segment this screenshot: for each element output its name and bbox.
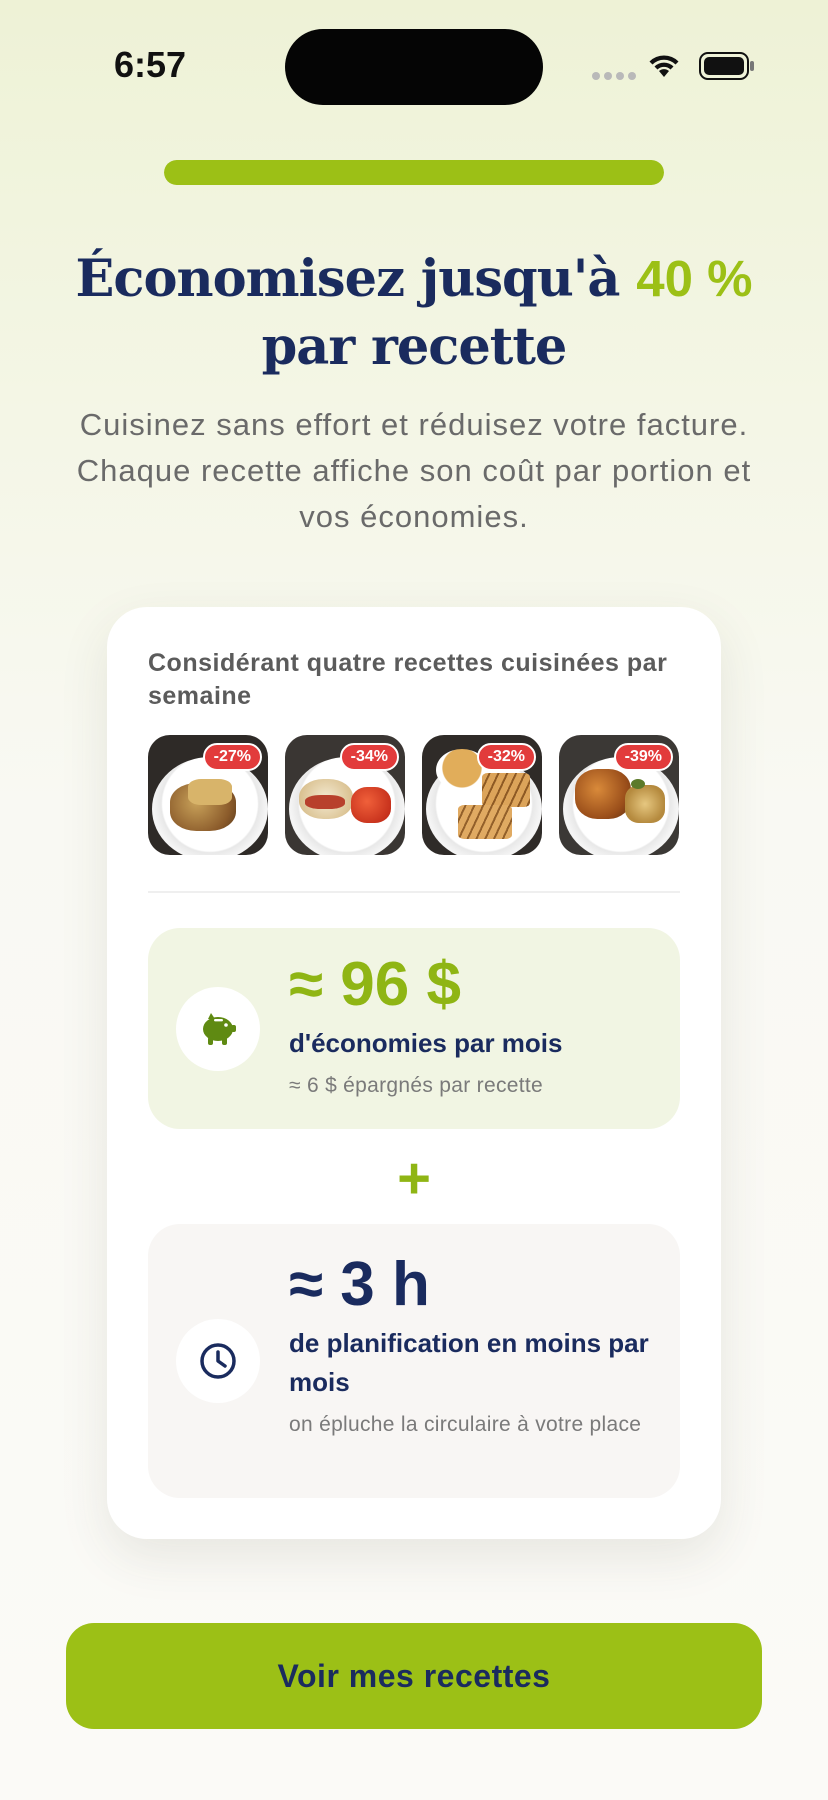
- recipe-thumbnail: -32%: [422, 735, 542, 855]
- time-savings-box: ≈ 3 h de planification en moins par mois…: [148, 1224, 680, 1498]
- monthly-savings-box: ≈ 96 $ d'économies par mois ≈ 6 $ épargn…: [148, 928, 680, 1129]
- savings-label: d'économies par mois: [289, 1028, 563, 1058]
- clock-icon: [176, 1319, 260, 1403]
- recipe-thumbnails: -27% -34% -32% -39%: [148, 735, 680, 855]
- title-text-before: Économisez jusqu'à: [75, 249, 637, 309]
- page-title: Économisez jusqu'à 40 % par recette: [60, 245, 768, 381]
- battery-icon: [699, 52, 754, 80]
- recipe-thumbnail: -27%: [148, 735, 268, 855]
- card-caption: Considérant quatre recettes cuisinées pa…: [148, 649, 668, 710]
- dynamic-island: [285, 29, 543, 105]
- title-text-after: par recette: [261, 317, 568, 377]
- recipe-thumbnail: -34%: [285, 735, 405, 855]
- page-subtitle: Cuisinez sans effort et réduisez votre f…: [76, 407, 752, 534]
- see-my-recipes-button[interactable]: Voir mes recettes: [66, 1623, 762, 1729]
- plus-separator: +: [397, 1146, 431, 1211]
- card-divider: [148, 891, 680, 893]
- status-bar: 6:57: [0, 0, 828, 120]
- discount-badge: -34%: [339, 743, 399, 771]
- discount-badge: -32%: [476, 743, 536, 771]
- onboarding-progress-bar: [164, 160, 664, 185]
- time-value: ≈ 3 h: [289, 1250, 430, 1319]
- title-highlight: 40 %: [636, 250, 753, 307]
- time-note: on épluche la circulaire à votre place: [289, 1413, 642, 1436]
- discount-badge: -27%: [202, 743, 262, 771]
- onboarding-progress-fill: [164, 160, 664, 185]
- savings-note: ≈ 6 $ épargnés par recette: [289, 1074, 543, 1097]
- wifi-icon: [649, 55, 679, 77]
- status-time: 6:57: [114, 44, 187, 85]
- piggy-bank-icon: [176, 987, 260, 1071]
- recipe-thumbnail: -39%: [559, 735, 679, 855]
- savings-value: ≈ 96 $: [289, 950, 461, 1019]
- discount-badge: -39%: [613, 743, 673, 771]
- savings-card: Considérant quatre recettes cuisinées pa…: [107, 607, 721, 1539]
- cellular-signal-icon: [592, 72, 636, 80]
- time-label: de planification en moins par mois: [289, 1328, 649, 1397]
